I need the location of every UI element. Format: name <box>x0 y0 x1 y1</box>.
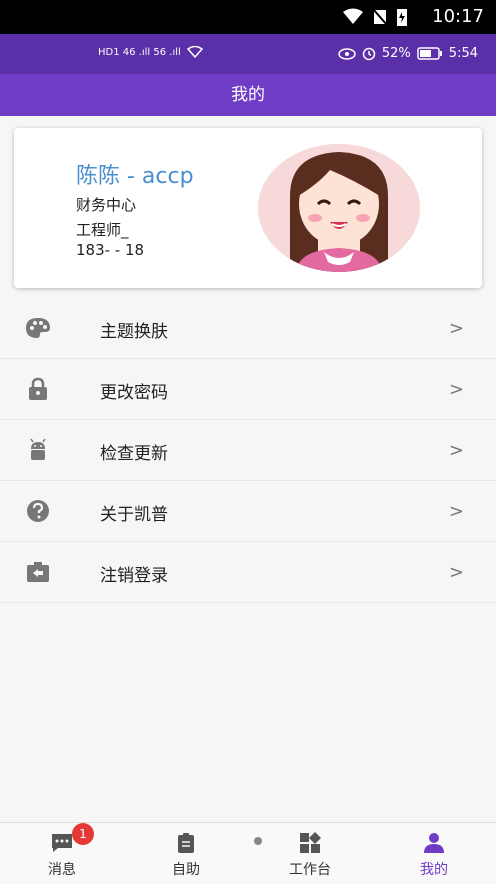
status-right: 52% 5:54 <box>338 46 478 61</box>
help-icon <box>27 500 49 522</box>
lock-icon <box>29 377 47 400</box>
battery-icon <box>417 47 442 60</box>
app-bar: 我的 <box>0 74 496 116</box>
alarm-icon <box>362 47 376 60</box>
chevron-right-icon: > <box>448 501 464 522</box>
tab-label-self-service: 自助 <box>172 862 200 878</box>
menu-label-theme: 主题换肤 <box>100 322 168 342</box>
chevron-right-icon: > <box>448 440 464 461</box>
tab-messages[interactable]: 1 消息 <box>0 823 124 884</box>
profile-phone: 183- - 18 <box>76 241 145 259</box>
chevron-right-icon: > <box>448 318 464 339</box>
profile-department: 财务中心 <box>76 196 137 214</box>
clipboard-icon <box>178 833 194 853</box>
battery-charging-icon <box>397 9 407 26</box>
system-status-bar: 10:17 <box>0 0 496 34</box>
tab-workbench[interactable]: 工作台 <box>248 823 372 884</box>
menu-item-logout[interactable]: 注销登录 > <box>0 542 496 603</box>
no-sim-icon <box>372 8 388 26</box>
menu-label-logout: 注销登录 <box>100 566 168 586</box>
chevron-right-icon: > <box>448 562 464 583</box>
menu-item-check-update[interactable]: 检查更新 > <box>0 420 496 481</box>
settings-menu: 主题换肤 > 更改密码 > 检查更新 > 关于凯普 > 注销登录 > <box>0 298 496 603</box>
profile-card[interactable]: 陈陈 - accp 财务中心 工程师_ 183- - 18 <box>14 128 482 288</box>
logout-icon <box>27 562 49 582</box>
android-icon <box>30 438 46 460</box>
page-title: 我的 <box>231 85 265 105</box>
network-text: HD1 46 .ıll 56 .ıll <box>98 46 181 58</box>
tab-label-workbench: 工作台 <box>289 862 331 878</box>
profile-job-title: 工程师_ <box>76 221 129 239</box>
chevron-right-icon: > <box>448 379 464 400</box>
eye-icon <box>338 47 356 60</box>
status-time: 5:54 <box>448 46 478 61</box>
tab-label-mine: 我的 <box>420 862 448 878</box>
unread-badge: 1 <box>72 823 94 845</box>
system-icons <box>342 7 408 27</box>
battery-percent: 52% <box>381 46 411 61</box>
avatar[interactable] <box>258 144 420 272</box>
system-clock: 10:17 <box>432 6 484 27</box>
palette-icon <box>26 318 50 338</box>
status-bar: HD1 46 .ıll 56 .ıll 52% 5:54 <box>0 34 496 74</box>
wifi-icon <box>186 46 203 58</box>
tab-mine[interactable]: 我的 <box>372 823 496 884</box>
network-indicators: HD1 46 .ıll 56 .ıll <box>98 46 203 58</box>
menu-item-about[interactable]: 关于凯普 > <box>0 481 496 542</box>
wifi-icon <box>343 8 363 24</box>
tab-label-messages: 消息 <box>48 862 76 878</box>
profile-name: 陈陈 - accp <box>76 164 194 189</box>
menu-label-check-update: 检查更新 <box>100 444 168 464</box>
message-icon <box>52 834 72 852</box>
tab-self-service[interactable]: 自助 <box>124 823 248 884</box>
menu-label-about: 关于凯普 <box>100 505 168 525</box>
menu-item-change-password[interactable]: 更改密码 > <box>0 359 496 420</box>
dashboard-icon <box>300 832 321 853</box>
bottom-tab-bar: 1 消息 自助 工作台 我的 <box>0 822 496 884</box>
person-icon <box>424 833 444 853</box>
avatar-illustration <box>258 144 420 272</box>
menu-label-change-password: 更改密码 <box>100 383 168 403</box>
menu-item-theme[interactable]: 主题换肤 > <box>0 298 496 359</box>
